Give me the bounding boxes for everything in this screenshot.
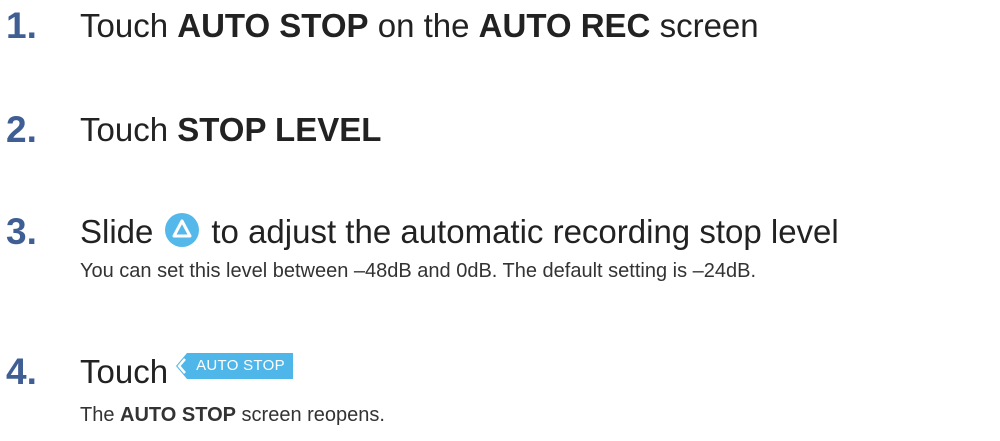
title-bold-text: AUTO REC [478, 7, 651, 44]
step-title: Touch AUTO STOP [80, 352, 293, 392]
step-title: Touch AUTO STOP on the AUTO REC screen [80, 6, 759, 46]
step-number: 1. [6, 5, 37, 46]
title-text: screen [650, 7, 759, 44]
title-text: on the [368, 7, 479, 44]
step-title: Touch STOP LEVEL [80, 110, 381, 150]
step-number: 2. [6, 109, 37, 150]
desc-bold-text: AUTO STOP [120, 404, 236, 426]
step-title: Slide to adjust the automatic recording s… [80, 212, 839, 252]
slider-up-triangle-icon [165, 213, 200, 247]
auto-stop-button-label: AUTO STOP [190, 353, 293, 379]
step-number: 4. [6, 351, 37, 392]
step-number: 3. [6, 211, 37, 252]
title-text: to adjust the automatic recording stop l… [211, 213, 839, 250]
title-bold-text: AUTO STOP [177, 7, 369, 44]
title-text: Touch [80, 111, 178, 148]
desc-text: screen reopens. [235, 404, 385, 426]
step-description: The AUTO STOP screen reopens. [80, 402, 385, 428]
step-description: You can set this level between –48dB and… [80, 260, 757, 282]
title-text: Touch [80, 353, 169, 390]
desc-text: The [80, 404, 121, 426]
auto-stop-back-button: AUTO STOP [176, 353, 293, 379]
title-text: Touch [80, 7, 178, 44]
title-text: Slide [80, 213, 154, 250]
title-bold-text: STOP LEVEL [177, 111, 382, 148]
chevron-left-icon [176, 353, 191, 379]
